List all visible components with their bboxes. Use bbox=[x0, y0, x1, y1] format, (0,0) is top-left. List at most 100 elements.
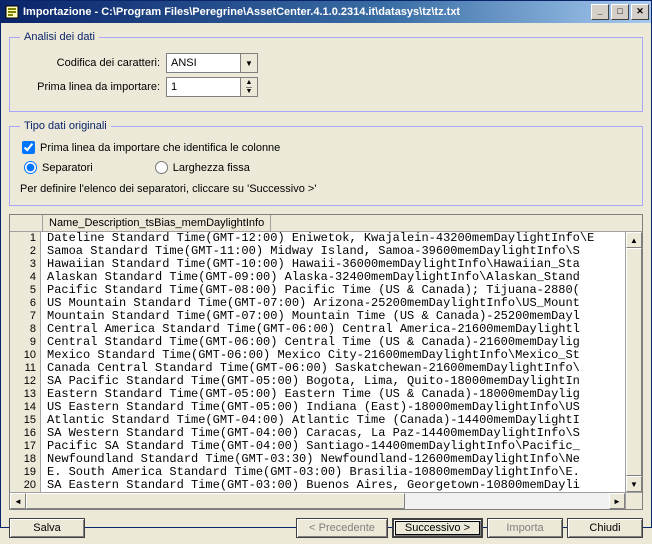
table-row[interactable]: 20SA Eastern Standard Time(GMT-03:00) Bu… bbox=[10, 479, 625, 492]
row-data: Dateline Standard Time(GMT-12:00) Eniwet… bbox=[41, 232, 594, 245]
row-data: Mexico Standard Time(GMT-06:00) Mexico C… bbox=[41, 349, 580, 362]
table-row[interactable]: 18Newfoundland Standard Time(GMT-03:30) … bbox=[10, 453, 625, 466]
table-row[interactable]: 5Pacific Standard Time(GMT-08:00) Pacifi… bbox=[10, 284, 625, 297]
first-line-header-checkbox[interactable] bbox=[22, 141, 35, 154]
scroll-thumb[interactable] bbox=[26, 493, 405, 509]
table-row[interactable]: 19E. South America Standard Time(GMT-03:… bbox=[10, 466, 625, 479]
button-bar: Salva < Precedente Successivo > Importa … bbox=[9, 518, 643, 538]
table-row[interactable]: 4Alaskan Standard Time(GMT-09:00) Alaska… bbox=[10, 271, 625, 284]
separators-option[interactable]: Separatori bbox=[22, 161, 93, 174]
encoding-label: Codifica dei caratteri: bbox=[20, 57, 166, 69]
row-number: 17 bbox=[10, 440, 41, 453]
vertical-scrollbar[interactable]: ▲ ▼ bbox=[625, 232, 642, 492]
first-line-label: Prima linea da importare: bbox=[20, 81, 166, 93]
row-number: 4 bbox=[10, 271, 41, 284]
row-number: 12 bbox=[10, 375, 41, 388]
rownum-header bbox=[10, 215, 43, 231]
row-data: US Eastern Standard Time(GMT-05:00) Indi… bbox=[41, 401, 580, 414]
row-number: 2 bbox=[10, 245, 41, 258]
row-number: 3 bbox=[10, 258, 41, 271]
row-data: SA Western Standard Time(GMT-04:00) Cara… bbox=[41, 427, 580, 440]
row-data: SA Eastern Standard Time(GMT-03:00) Buen… bbox=[41, 479, 580, 492]
table-row[interactable]: 15Atlantic Standard Time(GMT-04:00) Atla… bbox=[10, 414, 625, 427]
grid-header: Name_Description_tsBias_memDaylightInfo bbox=[10, 215, 642, 232]
previous-button[interactable]: < Precedente bbox=[296, 518, 388, 538]
table-row[interactable]: 9Central Standard Time(GMT-06:00) Centra… bbox=[10, 336, 625, 349]
separator-hint: Per definire l'elenco dei separatori, cl… bbox=[20, 183, 632, 195]
horizontal-scrollbar[interactable]: ◄ ► bbox=[10, 492, 642, 509]
row-data: Pacific Standard Time(GMT-08:00) Pacific… bbox=[41, 284, 580, 297]
maximize-button[interactable]: □ bbox=[611, 4, 629, 20]
row-number: 9 bbox=[10, 336, 41, 349]
row-data: Central Standard Time(GMT-06:00) Central… bbox=[41, 336, 580, 349]
close-dialog-button[interactable]: Chiudi bbox=[567, 518, 643, 538]
table-row[interactable]: 6US Mountain Standard Time(GMT-07:00) Ar… bbox=[10, 297, 625, 310]
minimize-button[interactable]: _ bbox=[591, 4, 609, 20]
row-number: 11 bbox=[10, 362, 41, 375]
fixed-width-radio[interactable] bbox=[155, 161, 168, 174]
table-row[interactable]: 12SA Pacific Standard Time(GMT-05:00) Bo… bbox=[10, 375, 625, 388]
scroll-up-icon[interactable]: ▲ bbox=[626, 232, 642, 248]
grid-body[interactable]: 1Dateline Standard Time(GMT-12:00) Eniwe… bbox=[10, 232, 625, 492]
first-line-spin[interactable]: ▲ ▼ bbox=[166, 77, 258, 97]
table-row[interactable]: 2Samoa Standard Time(GMT-11:00) Midway I… bbox=[10, 245, 625, 258]
row-number: 1 bbox=[10, 232, 41, 245]
row-data: Pacific SA Standard Time(GMT-04:00) Sant… bbox=[41, 440, 580, 453]
row-number: 13 bbox=[10, 388, 41, 401]
data-analysis-legend: Analisi dei dati bbox=[20, 31, 99, 43]
original-data-legend: Tipo dati originali bbox=[20, 120, 111, 132]
original-data-group: Tipo dati originali Prima linea da impor… bbox=[9, 120, 643, 206]
row-data: Hawaiian Standard Time(GMT-10:00) Hawaii… bbox=[41, 258, 580, 271]
row-number: 5 bbox=[10, 284, 41, 297]
table-row[interactable]: 3Hawaiian Standard Time(GMT-10:00) Hawai… bbox=[10, 258, 625, 271]
row-data: Atlantic Standard Time(GMT-04:00) Atlant… bbox=[41, 414, 580, 427]
chevron-down-icon[interactable]: ▼ bbox=[246, 88, 253, 97]
table-row[interactable]: 10Mexico Standard Time(GMT-06:00) Mexico… bbox=[10, 349, 625, 362]
scroll-right-icon[interactable]: ► bbox=[609, 493, 625, 509]
table-row[interactable]: 16SA Western Standard Time(GMT-04:00) Ca… bbox=[10, 427, 625, 440]
table-row[interactable]: 7Mountain Standard Time(GMT-07:00) Mount… bbox=[10, 310, 625, 323]
save-button[interactable]: Salva bbox=[9, 518, 85, 538]
separators-radio[interactable] bbox=[24, 161, 37, 174]
row-number: 16 bbox=[10, 427, 41, 440]
window-title: Importazione - C:\Program Files\Peregrin… bbox=[23, 6, 589, 18]
encoding-combo[interactable]: ▼ bbox=[166, 53, 258, 73]
chevron-up-icon[interactable]: ▲ bbox=[246, 78, 253, 88]
scroll-thumb[interactable] bbox=[626, 248, 642, 476]
app-icon bbox=[5, 5, 19, 19]
titlebar: Importazione - C:\Program Files\Peregrin… bbox=[1, 1, 651, 23]
preview-grid: Name_Description_tsBias_memDaylightInfo … bbox=[9, 214, 643, 510]
row-number: 7 bbox=[10, 310, 41, 323]
table-row[interactable]: 1Dateline Standard Time(GMT-12:00) Eniwe… bbox=[10, 232, 625, 245]
table-row[interactable]: 13Eastern Standard Time(GMT-05:00) Easte… bbox=[10, 388, 625, 401]
row-number: 20 bbox=[10, 479, 41, 492]
table-row[interactable]: 8Central America Standard Time(GMT-06:00… bbox=[10, 323, 625, 336]
encoding-input[interactable] bbox=[166, 53, 240, 73]
row-data: SA Pacific Standard Time(GMT-05:00) Bogo… bbox=[41, 375, 580, 388]
row-number: 8 bbox=[10, 323, 41, 336]
column-header[interactable]: Name_Description_tsBias_memDaylightInfo bbox=[43, 215, 271, 231]
chevron-down-icon[interactable]: ▼ bbox=[240, 53, 258, 73]
import-button[interactable]: Importa bbox=[487, 518, 563, 538]
table-row[interactable]: 17Pacific SA Standard Time(GMT-04:00) Sa… bbox=[10, 440, 625, 453]
row-data: Eastern Standard Time(GMT-05:00) Eastern… bbox=[41, 388, 580, 401]
close-button[interactable]: ✕ bbox=[631, 4, 649, 20]
table-row[interactable]: 14US Eastern Standard Time(GMT-05:00) In… bbox=[10, 401, 625, 414]
first-line-header-label: Prima linea da importare che identifica … bbox=[40, 142, 280, 154]
next-button[interactable]: Successivo > bbox=[392, 518, 483, 538]
row-data: Central America Standard Time(GMT-06:00)… bbox=[41, 323, 580, 336]
data-analysis-group: Analisi dei dati Codifica dei caratteri:… bbox=[9, 31, 643, 112]
scroll-down-icon[interactable]: ▼ bbox=[626, 476, 642, 492]
row-number: 14 bbox=[10, 401, 41, 414]
import-window: Importazione - C:\Program Files\Peregrin… bbox=[0, 0, 652, 528]
scroll-left-icon[interactable]: ◄ bbox=[10, 493, 26, 509]
row-data: Canada Central Standard Time(GMT-06:00) … bbox=[41, 362, 580, 375]
row-data: Newfoundland Standard Time(GMT-03:30) Ne… bbox=[41, 453, 580, 466]
table-row[interactable]: 11Canada Central Standard Time(GMT-06:00… bbox=[10, 362, 625, 375]
row-data: Alaskan Standard Time(GMT-09:00) Alaska-… bbox=[41, 271, 580, 284]
row-data: US Mountain Standard Time(GMT-07:00) Ari… bbox=[41, 297, 580, 310]
row-number: 6 bbox=[10, 297, 41, 310]
fixed-width-option[interactable]: Larghezza fissa bbox=[153, 161, 250, 174]
row-number: 15 bbox=[10, 414, 41, 427]
first-line-input[interactable] bbox=[166, 77, 240, 97]
